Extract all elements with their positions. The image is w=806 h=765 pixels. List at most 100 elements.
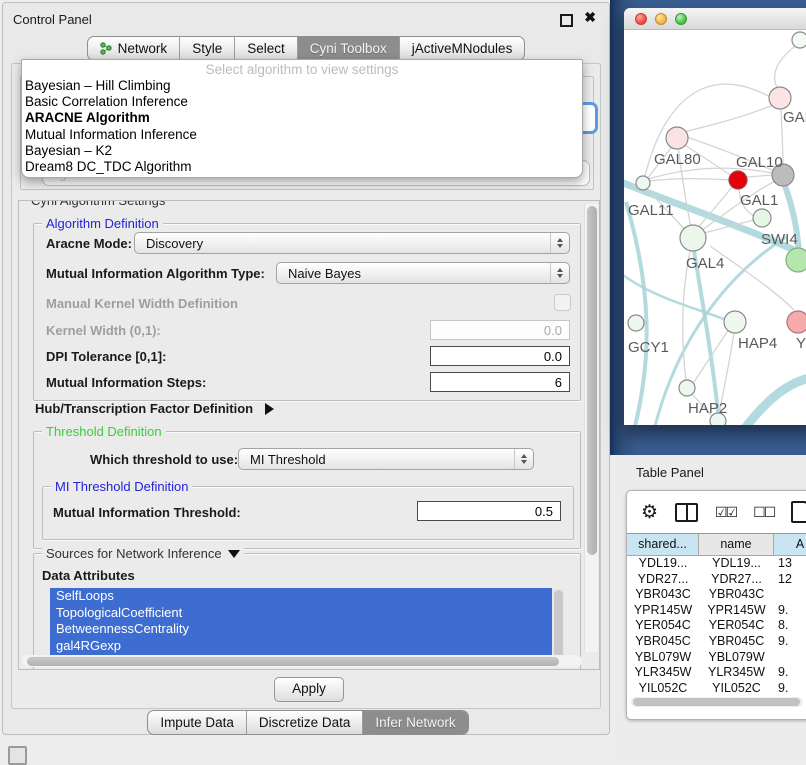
network-edge [694,251,720,425]
network-node[interactable] [666,127,688,149]
table-row[interactable]: YPR145WYPR145W9. [627,603,806,619]
gear-icon[interactable]: ⚙ [641,503,658,522]
network-node[interactable] [679,380,695,396]
network-canvas[interactable]: GALGAL80GAL10GAL11GAL1SWI4GAL4GCY1HAP4YH… [624,30,806,425]
threshold-definition-group: Threshold Definition Which threshold to … [33,431,581,549]
table-row[interactable]: YBR045CYBR045C9. [627,634,806,650]
float-panel-icon[interactable] [560,14,573,27]
settings-vertical-scrollbar[interactable] [584,204,598,652]
table-row[interactable]: YDR27...YDR27...12 [627,572,806,588]
table-cell: YPR145W [627,603,699,619]
select-columns-icon[interactable]: ☑☑ [715,504,736,521]
control-panel: Control Panel ✖ Network Style Select Cyn… [2,2,610,735]
node-label: HAP4 [738,335,777,352]
aracne-mode-select[interactable]: Discovery [134,232,570,254]
node-label: HAP2 [688,400,727,417]
attribute-list-item[interactable]: TopologicalCoefficient [50,605,564,622]
hub-definition-toggle[interactable]: Hub/Transcription Factor Definition [35,401,274,416]
table-row[interactable]: YER054CYER054C8. [627,618,806,634]
attribute-list-item[interactable]: gal4RGexp [50,638,564,655]
dropdown-item[interactable]: Dream8 DC_TDC Algorithm [22,159,582,175]
table-horizontal-scrollbar[interactable] [631,697,803,707]
tab-jactivemnodules[interactable]: jActiveMNodules [399,37,525,60]
node-label: GAL1 [740,192,778,209]
network-node[interactable] [787,311,806,333]
dropdown-item[interactable]: Bayesian – Hill Climbing [22,78,582,94]
stepper-icon [550,263,569,283]
network-node[interactable] [786,248,806,272]
network-node[interactable] [628,315,644,331]
mi-threshold-field[interactable]: 0.5 [417,501,561,521]
close-panel-icon[interactable]: ✖ [584,10,596,24]
table-cell: YDR27... [699,572,774,588]
mi-steps-field[interactable]: 6 [430,372,570,392]
sources-group: Sources for Network Inference Data Attri… [33,553,581,670]
minimized-panel-icon[interactable] [8,746,27,765]
node-label: GAL10 [736,154,783,171]
node-label: Y [796,335,806,352]
network-node[interactable] [769,87,791,109]
attribute-list-item[interactable]: SelfLoops [50,588,564,605]
node-label: GCY1 [628,339,669,356]
tab-style[interactable]: Style [179,37,234,60]
columns-icon[interactable] [675,503,698,522]
network-node[interactable] [729,171,747,189]
network-edge [742,376,806,425]
dropdown-item[interactable]: Basic Correlation Inference [22,94,582,110]
dpi-tolerance-label: DPI Tolerance [0,1]: [46,349,166,364]
tab-network[interactable]: Network [88,37,180,60]
which-threshold-select[interactable]: MI Threshold [238,448,534,470]
manual-kernel-checkbox[interactable] [554,294,571,311]
tab-cyni-toolbox[interactable]: Cyni Toolbox [297,37,399,60]
table-row[interactable]: YDL19...YDL19...13 [627,556,806,572]
settings-horizontal-scrollbar[interactable] [22,655,582,667]
network-window[interactable]: GALGAL80GAL10GAL11GAL1SWI4GAL4GCY1HAP4YH… [624,8,806,425]
dropdown-item[interactable]: Mutual Information Inference [22,127,582,143]
table-row[interactable]: YIL052CYIL052C9. [627,681,806,696]
sources-title[interactable]: Sources for Network Inference [42,546,244,561]
kernel-width-field[interactable]: 0.0 [430,320,570,340]
network-node[interactable] [753,209,771,227]
tab-infer-network[interactable]: Infer Network [362,711,467,734]
tab-discretize-data[interactable]: Discretize Data [246,711,363,734]
network-edge [775,44,798,89]
minimize-window-icon[interactable] [655,13,667,25]
node-label: GAL11 [628,202,674,219]
node-label: GAL80 [654,151,701,168]
column-header[interactable]: name [699,534,774,555]
close-window-icon[interactable] [635,13,647,25]
network-node[interactable] [792,32,806,48]
column-header[interactable]: A [774,534,806,555]
cyni-algorithm-settings-group: Cyni Algorithm Settings Algorithm Defini… [18,200,600,670]
table-row[interactable]: YBL079WYBL079W [627,650,806,666]
tab-select[interactable]: Select [234,37,297,60]
table-cell: 13 [774,556,806,572]
table-row[interactable]: YBR043CYBR043C [627,587,806,603]
network-node[interactable] [636,176,650,190]
node-label: GAL [783,109,806,126]
table-cell: 12 [774,572,806,588]
dropdown-item[interactable]: Bayesian – K2 [22,143,582,159]
column-header[interactable]: shared... [627,534,699,555]
tab-impute-data[interactable]: Impute Data [148,711,246,734]
zoom-window-icon[interactable] [675,13,687,25]
desktop-background: GALGAL80GAL10GAL11GAL1SWI4GAL4GCY1HAP4YH… [610,0,806,455]
dpi-tolerance-field[interactable]: 0.0 [430,346,570,366]
dropdown-item-selected[interactable]: ARACNE Algorithm [22,110,582,126]
table-cell: YBL079W [699,650,774,666]
node-table-card: ⚙ ☑☑ ☐☐ shared... name A YDL19...YDL19..… [626,490,806,720]
new-column-icon[interactable] [791,501,806,523]
table-panel-title: Table Panel [636,465,704,480]
table-panel: Table Panel ⚙ ☑☑ ☐☐ shared... name A YDL… [610,455,806,762]
deselect-columns-icon[interactable]: ☐☐ [753,504,774,521]
table-cell: YER054C [699,618,774,634]
mi-algorithm-type-select[interactable]: Naive Bayes [276,262,570,284]
attribute-list-item[interactable]: BetweennessCentrality [50,621,564,638]
table-cell: 9. [774,681,806,696]
apply-button[interactable]: Apply [274,677,344,702]
network-node[interactable] [680,225,706,251]
table-row[interactable]: YLR345WYLR345W9. [627,665,806,681]
network-window-titlebar[interactable] [624,8,806,30]
network-edge [649,179,730,181]
network-node[interactable] [724,311,746,333]
